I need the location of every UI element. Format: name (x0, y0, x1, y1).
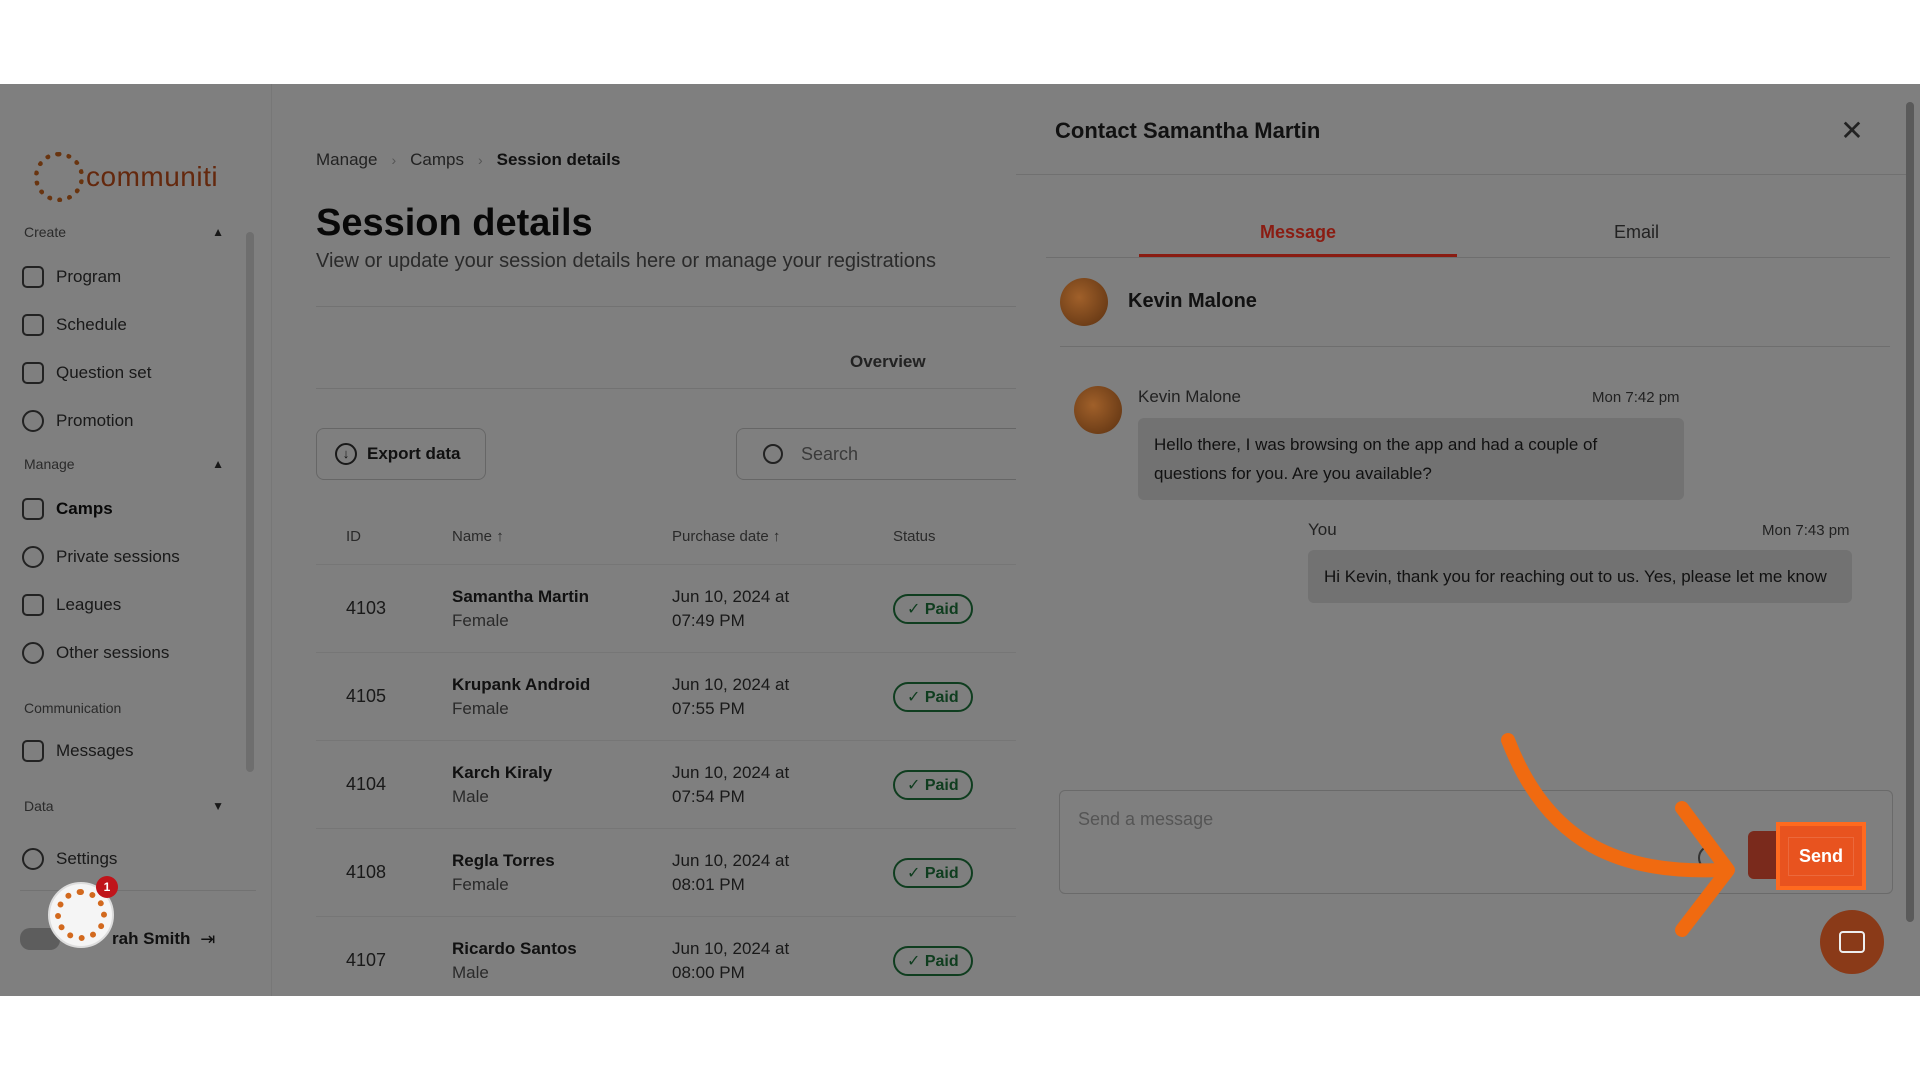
app-canvas: communiti Create ▲ Program Schedule Ques… (0, 84, 1920, 996)
tutorial-arrow (1501, 733, 1735, 937)
send-label: Send (1787, 836, 1854, 876)
arrow-curve (1501, 733, 1729, 878)
send-button[interactable]: Send (1776, 822, 1866, 890)
